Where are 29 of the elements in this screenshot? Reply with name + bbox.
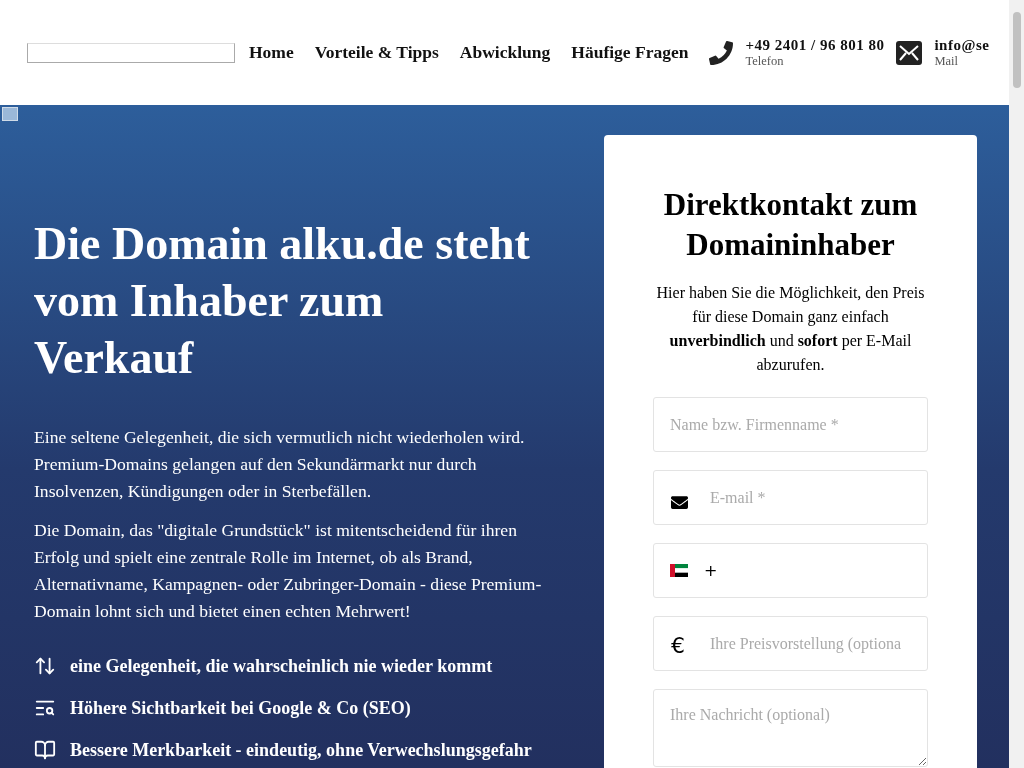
email-field[interactable]: E-mail * <box>653 470 928 525</box>
contact-value[interactable]: +49 2401 / 96 801 80 <box>745 36 885 54</box>
euro-sign: € <box>671 633 685 659</box>
book-icon <box>34 739 56 761</box>
dial-code: + <box>704 561 718 580</box>
benefit-text: Bessere Merkbarkeit - eindeutig, ohne Verwechslungsgefahr <box>70 739 532 761</box>
phone-field[interactable]: + <box>653 543 928 598</box>
arrows-icon <box>34 655 56 677</box>
card-intro: Hier haben Sie die Möglichkeit, den Preis für diese Domain ganz einfach unverbindlich und sofort per E-Mail abzurufen. <box>655 283 926 375</box>
contact-caption: Telefon <box>745 53 785 69</box>
hero-paragraph: Die Domain, das "digitale Grundstück" ist mitentscheidend für ihren Erfolg und spielt eine zentrale Rolle im Internet, ob als Brand, Alternativname, Kampagnen- oder Zubringer-Domain - diese Premium-Domain lohnt sich und bietet einen echten Mehrwert! <box>34 519 543 623</box>
contact-value[interactable]: info@se <box>934 36 990 54</box>
benefit-text: eine Gelegenheit, die wahrscheinlich nie wieder kommt <box>70 655 493 677</box>
name-field[interactable]: Name bzw. Firmenname * <box>653 397 928 452</box>
phone-icon <box>709 40 734 65</box>
envelope-icon <box>671 494 688 511</box>
nav-link[interactable]: Home <box>249 42 294 63</box>
scrollbar[interactable] <box>1009 0 1024 768</box>
nav-link[interactable]: Häufige Fragen <box>571 42 689 63</box>
hero-paragraph: Eine seltene Gelegenheit, die sich vermutlich nicht wiederholen wird. Premium-Domains gelangen auf den Sekundärmarkt nur durch Insolvenzen, Kündigungen oder in Sterbefällen. <box>34 426 526 503</box>
contact-caption: Mail <box>934 53 960 69</box>
hero-title: Die Domain alku.de steht vom Inhaber zum Verkauf <box>34 217 531 385</box>
benefit-text: Höhere Sichtbarkeit bei Google & Co (SEO) <box>70 697 411 719</box>
mail-icon <box>896 40 923 65</box>
flag-icon <box>670 564 688 577</box>
message-field[interactable]: Ihre Nachricht (optional) <box>653 689 928 767</box>
card-title: Direktkontakt zum Domaininhaber <box>662 186 919 264</box>
nav-link[interactable]: Abwicklung <box>459 42 551 63</box>
nav-link[interactable]: Vorteile & Tipps <box>314 42 439 63</box>
